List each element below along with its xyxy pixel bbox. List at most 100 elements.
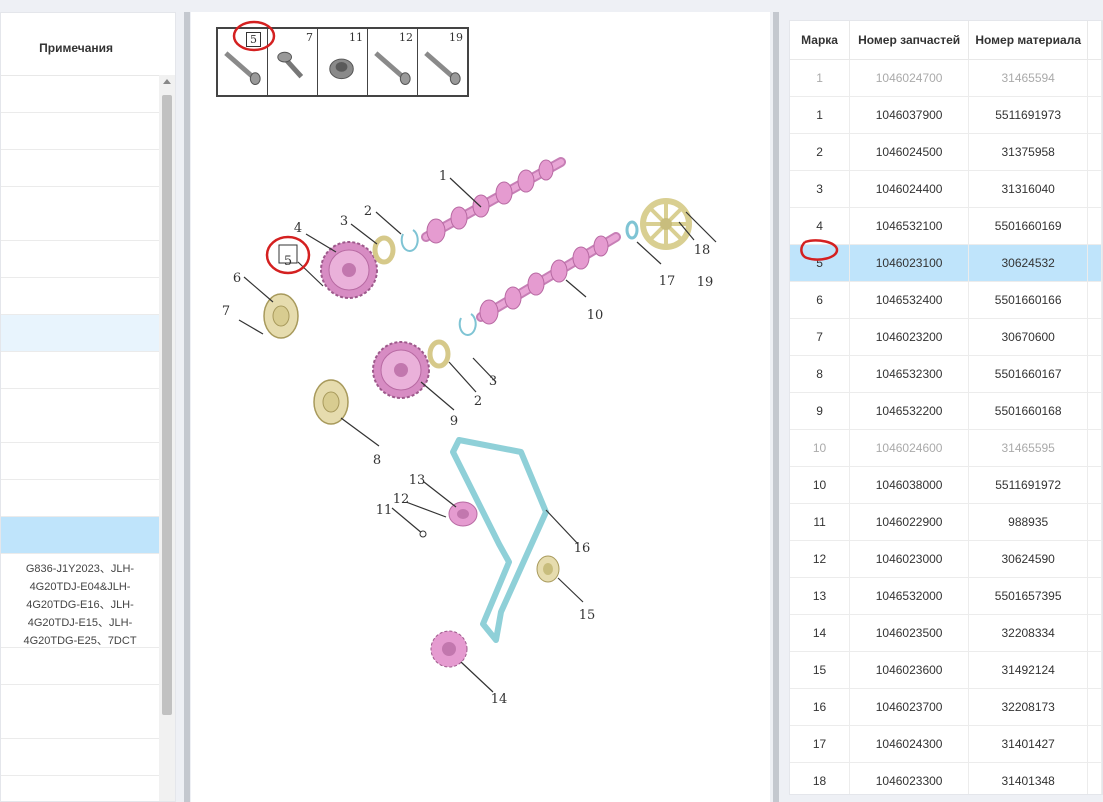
cell-mark: 12	[790, 540, 851, 578]
callout-label[interactable]: 4	[294, 221, 302, 236]
cell-mark: 17	[790, 725, 851, 763]
callout-label[interactable]: 5	[284, 254, 292, 269]
cell-material: 5501660166	[968, 281, 1089, 319]
callout-label[interactable]: 12	[393, 492, 410, 507]
left-table-row[interactable]	[1, 76, 159, 113]
parts-table-row[interactable]: 3 1046024400 31316040	[790, 170, 1102, 208]
parts-table-row[interactable]: 13 1046532000 5501657395	[790, 577, 1102, 615]
vvt-cover-upper[interactable]	[263, 293, 299, 339]
left-table-row[interactable]	[1, 739, 159, 776]
cell-material: 5501660168	[968, 392, 1089, 430]
idler-pulley[interactable]	[536, 555, 560, 583]
parts-table-row[interactable]: 17 1046024300 31401427	[790, 725, 1102, 763]
thrust-washer-lower[interactable]	[427, 339, 451, 369]
cell-material: 32208334	[968, 614, 1089, 652]
crankshaft-sprocket[interactable]	[430, 630, 468, 668]
left-table-row[interactable]	[1, 389, 159, 443]
cell-extra	[1087, 244, 1102, 282]
callout-label[interactable]: 9	[450, 414, 458, 429]
left-table-row[interactable]	[1, 352, 159, 389]
parts-table-row[interactable]: 1 1046024700 31465594	[790, 59, 1102, 97]
parts-table-row[interactable]: 12 1046023000 30624590	[790, 540, 1102, 578]
parts-table-row[interactable]: 6 1046532400 5501660166	[790, 281, 1102, 319]
callout-label[interactable]: 10	[587, 308, 604, 323]
left-table-row[interactable]	[1, 187, 159, 241]
left-table-row[interactable]	[1, 685, 159, 739]
parts-table-row[interactable]: 9 1046532200 5501660168	[790, 392, 1102, 430]
left-table-row[interactable]	[1, 776, 159, 801]
callout-label[interactable]: 3	[489, 374, 497, 389]
parts-table-row[interactable]: 11 1046022900 988935	[790, 503, 1102, 541]
oil-seal[interactable]	[625, 220, 639, 240]
left-table-row[interactable]	[1, 648, 159, 685]
cell-material: 5501657395	[968, 577, 1089, 615]
column-header-part-number[interactable]: Номер запчастей	[849, 21, 970, 60]
cell-part: 1046023300	[849, 762, 970, 794]
left-table-row[interactable]	[1, 113, 159, 150]
vvt-gear-lower[interactable]	[372, 341, 430, 399]
parts-table-row[interactable]: 8 1046532300 5501660167	[790, 355, 1102, 393]
cell-material: 30624590	[968, 540, 1089, 578]
cell-material: 32208173	[968, 688, 1089, 726]
left-table-row[interactable]	[1, 443, 159, 480]
left-table-row[interactable]	[1, 315, 159, 352]
vvt-cover-lower[interactable]	[313, 379, 349, 425]
parts-table-row[interactable]: 10 1046038000 5511691972	[790, 466, 1102, 504]
left-table-row[interactable]	[1, 517, 159, 554]
parts-table-row[interactable]: 14 1046023500 32208334	[790, 614, 1102, 652]
callout-label[interactable]: 7	[222, 304, 230, 319]
callout-label[interactable]: 13	[409, 473, 426, 488]
vvt-gear-upper[interactable]	[320, 241, 378, 299]
parts-table-row[interactable]: 16 1046023700 32208173	[790, 688, 1102, 726]
right-splitter[interactable]	[773, 12, 779, 802]
cell-extra	[1087, 355, 1102, 393]
left-table-row[interactable]	[1, 150, 159, 187]
belt-tensioner[interactable]	[448, 501, 478, 527]
callout-label[interactable]: 14	[491, 692, 508, 707]
left-table-row[interactable]	[1, 480, 159, 517]
sensor-wheel[interactable]	[640, 198, 692, 250]
snap-ring-lower[interactable]	[458, 313, 477, 337]
left-table-header: Примечания	[1, 13, 175, 76]
callout-label[interactable]: 8	[373, 453, 381, 468]
left-scrollbar[interactable]	[159, 75, 175, 801]
callout-label[interactable]: 16	[574, 541, 591, 556]
left-table-row[interactable]	[1, 278, 159, 315]
callout-label[interactable]: 18	[694, 243, 711, 258]
callout-label[interactable]: 6	[233, 271, 241, 286]
callout-label[interactable]: 19	[697, 275, 714, 290]
left-table-row[interactable]	[1, 241, 159, 278]
cell-mark: 14	[790, 614, 851, 652]
left-table-row[interactable]: G836-J1Y2023、JLH-4G20TDJ-E04&JLH-4G20TDG…	[1, 554, 159, 648]
callout-label[interactable]: 2	[364, 204, 372, 219]
callout-label[interactable]: 11	[376, 503, 393, 518]
left-splitter[interactable]	[184, 12, 190, 802]
parts-table-row[interactable]: 2 1046024500 31375958	[790, 133, 1102, 171]
parts-table-row[interactable]: 15 1046023600 31492124	[790, 651, 1102, 689]
cell-part: 1046532200	[849, 392, 970, 430]
timing-belt[interactable]	[450, 437, 549, 643]
parts-table-row[interactable]: 1 1046037900 5511691973	[790, 96, 1102, 134]
column-header-mark[interactable]: Марка	[790, 21, 851, 60]
callout-label[interactable]: 17	[659, 274, 676, 289]
snap-ring-upper[interactable]	[400, 229, 419, 253]
callout-label[interactable]: 2	[474, 394, 482, 409]
red-annotation-circle-thumb	[232, 20, 276, 52]
thrust-washer-upper[interactable]	[372, 235, 396, 265]
diagram-panel: 5 7 11 12 19 1 2 3 4 5 6 7 10 17 18 19 3…	[191, 12, 770, 802]
scroll-up-arrow-icon[interactable]	[163, 79, 171, 84]
parts-table-panel: Марка Номер запчастей Номер материала 11…	[789, 20, 1103, 795]
scrollbar-thumb[interactable]	[162, 95, 172, 715]
callout-label[interactable]: 15	[579, 608, 596, 623]
cell-extra	[1087, 170, 1102, 208]
column-header-material-number[interactable]: Номер материала	[968, 21, 1089, 60]
red-annotation-circle-table	[800, 239, 839, 261]
cell-material: 31401427	[968, 725, 1089, 763]
cell-part: 1046024600	[849, 429, 970, 467]
cell-part: 1046532400	[849, 281, 970, 319]
parts-table-row[interactable]: 10 1046024600 31465595	[790, 429, 1102, 467]
parts-table-row[interactable]: 18 1046023300 31401348	[790, 762, 1102, 794]
callout-label[interactable]: 1	[439, 169, 447, 184]
parts-table-row[interactable]: 7 1046023200 30670600	[790, 318, 1102, 356]
callout-label[interactable]: 3	[340, 214, 348, 229]
